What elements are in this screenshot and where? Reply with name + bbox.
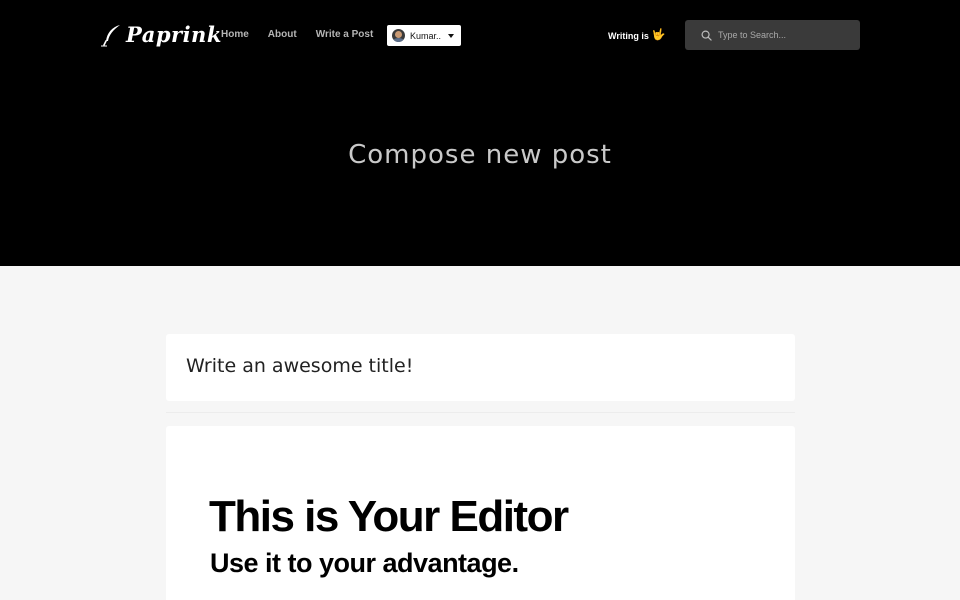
nav-about-link[interactable]: About [268,29,297,40]
search-box [685,20,860,50]
hero-banner: Paprink Home About Write a Post Kumar.. … [0,0,960,266]
quill-icon [101,24,120,46]
page-title: Compose new post [348,140,612,170]
divider [166,412,795,413]
rock-hand-icon: 🤟 [651,29,666,41]
post-title-input[interactable] [186,355,766,377]
site-logo[interactable]: Paprink [100,22,222,47]
user-name: Kumar.. [410,30,442,41]
post-editor[interactable]: This is Your Editor Use it to your advan… [166,426,795,600]
editor-subheading[interactable]: Use it to your advantage. [210,548,519,579]
search-input[interactable] [718,30,848,40]
nav-write-post-link[interactable]: Write a Post [316,29,374,40]
logo-text: Paprink [126,22,222,47]
caret-down-icon [448,33,455,38]
user-menu-dropdown[interactable]: Kumar.. [387,25,461,46]
avatar [392,29,405,42]
search-icon [701,30,712,41]
main-nav: Home About Write a Post [221,29,373,40]
tagline-text: Writing is [608,30,649,41]
title-card [166,334,795,401]
tagline: Writing is 🤟 [608,30,666,41]
nav-home-link[interactable]: Home [221,29,249,40]
editor-heading[interactable]: This is Your Editor [209,492,569,542]
